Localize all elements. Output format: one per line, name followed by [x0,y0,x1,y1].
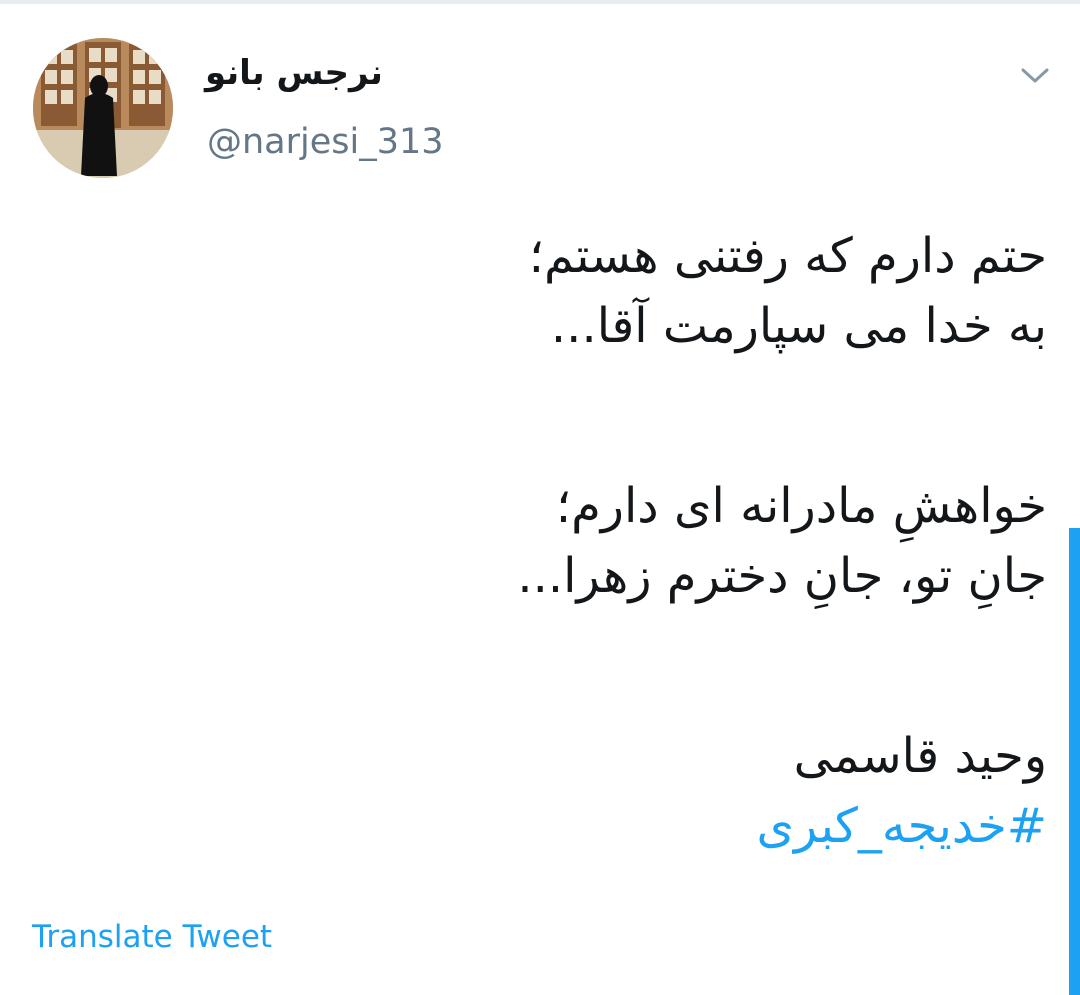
chevron-down-icon[interactable] [1010,55,1060,95]
avatar[interactable] [33,38,173,178]
profile-photo-icon [33,38,173,178]
tweet-line: وحید قاسمی [793,728,1047,784]
top-divider [0,0,1080,4]
tweet-line: به خدا می سپارمت آقا... [550,298,1047,354]
tweet-line: جانِ تو، جانِ دخترم زهرا... [517,548,1047,604]
tweet-line: خواهشِ مادرانه ای دارم؛ [555,478,1047,534]
tweet-line: حتم دارم که رفتنی هستم؛ [528,228,1047,284]
tweet-card: نرجس بانو @narjesi_313 حتم دارم که رفتنی… [0,0,1080,995]
translate-tweet-link[interactable]: Translate Tweet [32,912,272,962]
user-handle[interactable]: @narjesi_313 [207,117,444,167]
tweet-text: حتم دارم که رفتنی هستم؛ به خدا می سپارمت… [47,226,1047,866]
scrollbar[interactable] [1069,528,1080,995]
display-name[interactable]: نرجس بانو [205,48,415,98]
hashtag-link[interactable]: #خدیجه_کبری [47,796,1047,856]
